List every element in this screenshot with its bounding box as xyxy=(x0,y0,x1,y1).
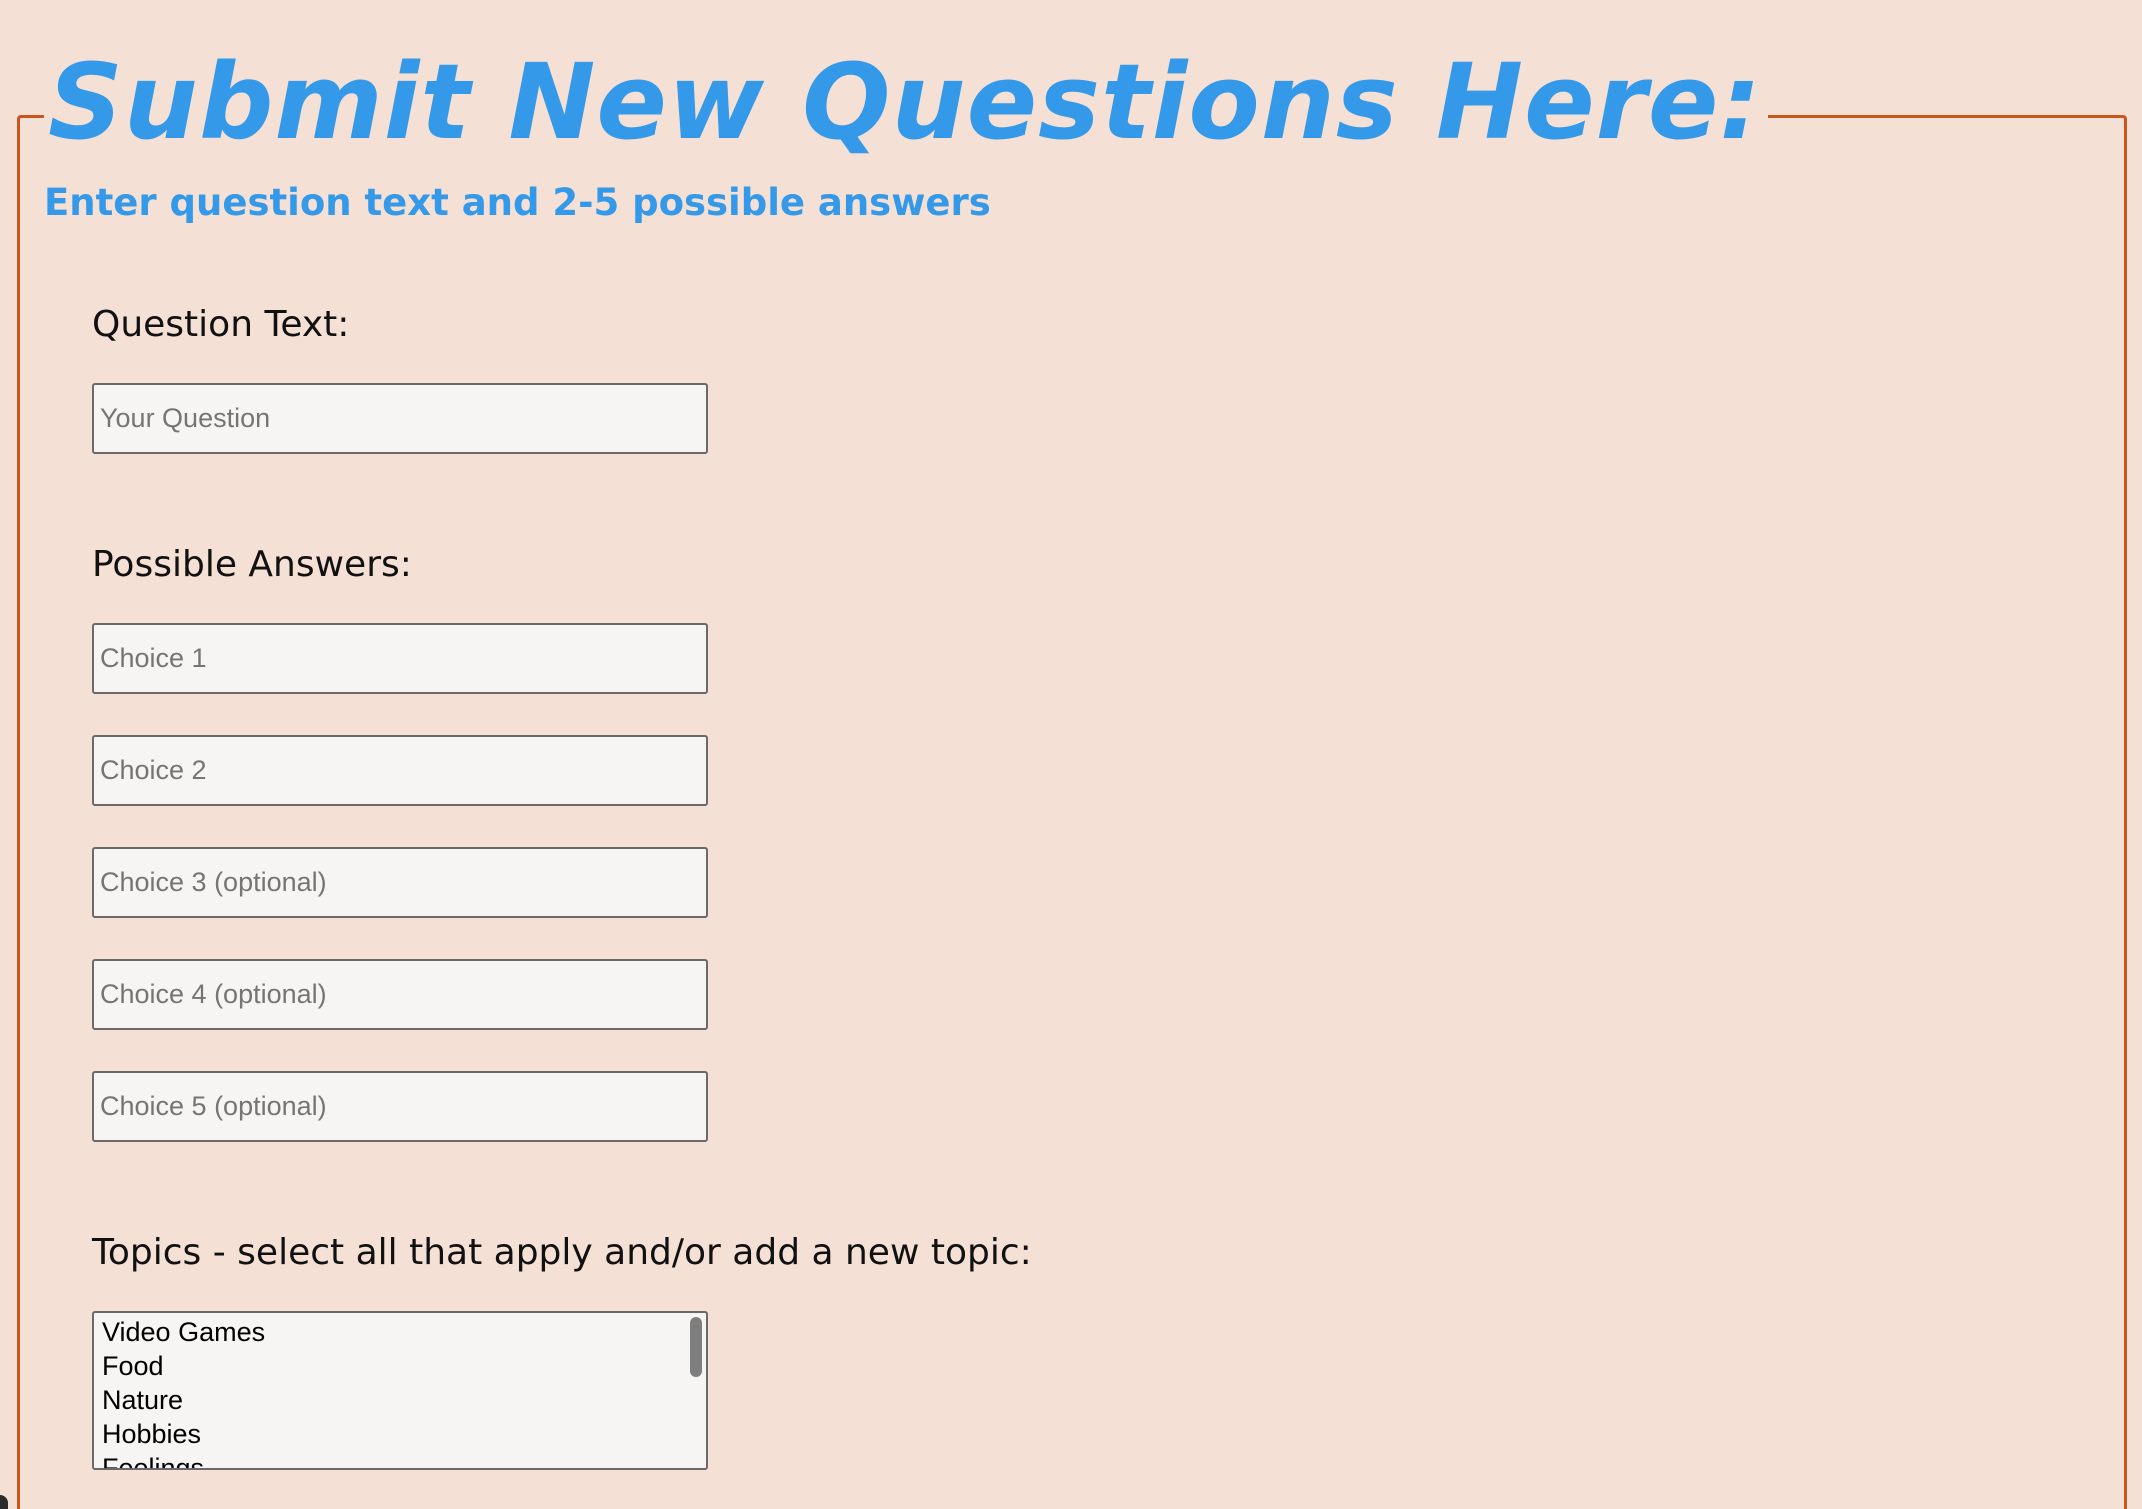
question-text-input[interactable] xyxy=(92,383,708,454)
choice-4-input[interactable] xyxy=(92,959,708,1030)
question-text-label: Question Text: xyxy=(92,304,350,345)
choice-1-input[interactable] xyxy=(92,623,708,694)
topic-option-video-games[interactable]: Video Games xyxy=(102,1315,706,1349)
window-corner xyxy=(0,1495,8,1509)
choice-2-input[interactable] xyxy=(92,735,708,806)
topics-option-list: Video Games Food Nature Hobbies Feelings xyxy=(94,1313,706,1468)
page-title: Submit New Questions Here: xyxy=(44,42,1769,162)
topics-label: Topics - select all that apply and/or ad… xyxy=(92,1232,1032,1273)
choice-5-input[interactable] xyxy=(92,1071,708,1142)
topics-multiselect[interactable]: Video Games Food Nature Hobbies Feelings xyxy=(92,1311,708,1470)
possible-answers-label: Possible Answers: xyxy=(92,544,412,585)
topic-option-feelings[interactable]: Feelings xyxy=(102,1451,706,1468)
topic-option-nature[interactable]: Nature xyxy=(102,1383,706,1417)
page-subtitle: Enter question text and 2-5 possible ans… xyxy=(44,181,991,224)
topics-scrollbar[interactable] xyxy=(690,1317,702,1377)
topic-option-food[interactable]: Food xyxy=(102,1349,706,1383)
topic-option-hobbies[interactable]: Hobbies xyxy=(102,1417,706,1451)
choice-3-input[interactable] xyxy=(92,847,708,918)
